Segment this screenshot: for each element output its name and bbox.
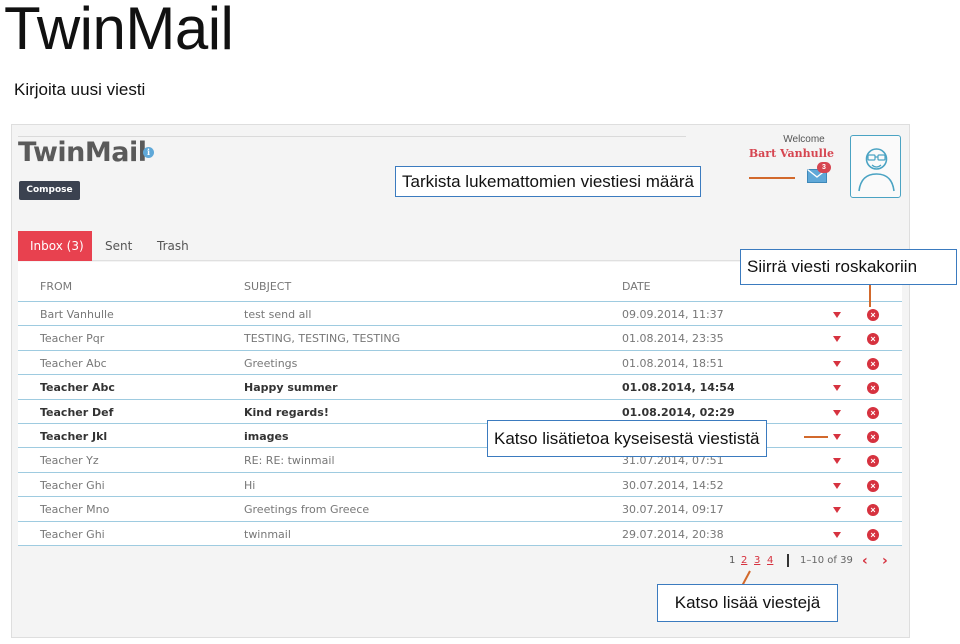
delete-icon[interactable]: × xyxy=(867,309,879,321)
callout-line-unread xyxy=(749,177,795,179)
column-header-subject[interactable]: SUBJECT xyxy=(244,280,291,293)
message-subject: twinmail xyxy=(244,527,291,541)
message-sender: Bart Vanhulle xyxy=(40,308,114,321)
expand-details-icon[interactable] xyxy=(833,409,841,416)
table-row[interactable]: Teacher Yz RE: RE: twinmail 31.07.2014, 07… xyxy=(18,448,902,473)
previous-page-icon[interactable]: ‹ xyxy=(862,553,868,569)
message-subject: Greetings xyxy=(244,356,298,370)
message-date: 30.07.2014, 09:17 xyxy=(622,503,724,517)
user-avatar-icon[interactable] xyxy=(850,135,901,198)
unread-count-badge: 3 xyxy=(817,162,831,173)
message-sender: Teacher Mno xyxy=(40,503,110,517)
message-date: 09.09.2014, 11:37 xyxy=(622,308,724,321)
message-sender: Teacher Ghi xyxy=(40,478,105,492)
expand-details-icon[interactable] xyxy=(833,360,841,367)
expand-details-icon[interactable] xyxy=(833,312,841,318)
message-sender: Teacher Def xyxy=(40,405,114,419)
page-count: 1–10 of 39 xyxy=(800,555,853,566)
expand-details-icon[interactable] xyxy=(833,507,841,514)
callout-unread-count: Tarkista lukemattomien viestiesi määrä xyxy=(395,166,701,197)
table-row[interactable]: Teacher Pqr TESTING, TESTING, TESTING 01.0… xyxy=(18,326,902,351)
next-page-icon[interactable]: › xyxy=(882,553,888,569)
message-date: 30.07.2014, 14:52 xyxy=(622,478,724,492)
tab-trash[interactable]: Trash xyxy=(157,231,189,261)
delete-icon[interactable]: × xyxy=(867,333,879,346)
page-1: 1 xyxy=(729,555,736,566)
pager-divider xyxy=(787,554,789,567)
expand-details-icon[interactable] xyxy=(833,482,841,489)
doc-title: TwinMail xyxy=(4,0,234,62)
table-row[interactable]: Teacher Mno Greetings from Greece 30.07.20… xyxy=(18,497,902,522)
message-date: 01.08.2014, 02:29 xyxy=(622,405,735,419)
expand-details-icon[interactable] xyxy=(833,531,841,538)
delete-icon[interactable]: × xyxy=(867,357,879,370)
callout-message-details: Katso lisätietoa kyseisestä viestistä xyxy=(487,420,767,457)
page-4-link[interactable]: 4 xyxy=(767,555,773,566)
table-row[interactable]: Teacher Ghi Hi 30.07.2014, 14:52 × xyxy=(18,473,902,498)
delete-icon[interactable]: × xyxy=(867,455,879,468)
message-subject: Greetings from Greece xyxy=(244,503,370,517)
app-logo: TwinMail xyxy=(18,137,147,168)
message-date: 01.08.2014, 18:51 xyxy=(622,356,724,370)
column-header-from[interactable]: FROM xyxy=(40,280,72,293)
message-subject: RE: RE: twinmail xyxy=(244,454,335,468)
callout-move-to-trash: Siirrä viesti roskakoriin xyxy=(740,249,957,285)
message-date: 01.08.2014, 23:35 xyxy=(622,332,724,346)
tab-sent[interactable]: Sent xyxy=(105,231,132,261)
message-subject: Hi xyxy=(244,478,256,492)
page-3-link[interactable]: 3 xyxy=(754,555,760,566)
tab-inbox[interactable]: Inbox (3) xyxy=(18,231,92,261)
page-2-link[interactable]: 2 xyxy=(741,555,747,566)
table-row[interactable]: Teacher Ghi twinmail 29.07.2014, 20:38 × xyxy=(18,522,902,546)
column-header-date[interactable]: DATE xyxy=(622,280,651,293)
message-sender: Teacher Pqr xyxy=(40,332,105,346)
message-sender: Teacher Abc xyxy=(40,381,115,395)
expand-details-icon[interactable] xyxy=(833,458,841,465)
expand-details-icon[interactable] xyxy=(833,433,841,440)
message-subject: images xyxy=(244,429,289,443)
table-row[interactable]: Teacher Abc Happy summer 01.08.2014, 14:54… xyxy=(18,375,902,400)
message-table: FROM SUBJECT DATE Bart Vanhulle test send… xyxy=(18,262,902,546)
message-sender: Teacher Ghi xyxy=(40,527,105,541)
message-date: 29.07.2014, 20:38 xyxy=(622,527,724,541)
message-sender: Teacher Yz xyxy=(40,454,99,468)
message-sender: Teacher Jkl xyxy=(40,429,108,443)
delete-icon[interactable]: × xyxy=(867,528,879,541)
expand-details-icon[interactable] xyxy=(833,336,841,343)
info-icon[interactable]: i xyxy=(143,147,154,158)
message-subject: Kind regards! xyxy=(244,405,329,419)
message-date: 01.08.2014, 14:54 xyxy=(622,381,735,395)
message-sender: Teacher Abc xyxy=(40,356,107,370)
callout-more-messages: Katso lisää viestejä xyxy=(657,584,838,622)
table-row[interactable]: Teacher Abc Greetings 01.08.2014, 18:51 × xyxy=(18,351,902,376)
delete-icon[interactable]: × xyxy=(867,504,879,517)
message-subject: TESTING, TESTING, TESTING xyxy=(244,332,401,346)
expand-details-icon[interactable] xyxy=(833,385,841,392)
welcome-label: Welcome xyxy=(783,134,825,145)
welcome-user-name: Bart Vanhulle xyxy=(748,147,834,160)
compose-button[interactable]: Compose xyxy=(19,181,80,200)
doc-subtitle: Kirjoita uusi viesti xyxy=(14,80,146,99)
table-row[interactable]: Teacher Jklimages31.07.2014, 12:57× xyxy=(18,424,902,449)
message-rows: Bart Vanhulle test send all 09.09.2014, 11… xyxy=(18,302,902,546)
callout-line-trash xyxy=(869,285,871,307)
delete-icon[interactable]: × xyxy=(867,406,879,419)
message-subject: Happy summer xyxy=(244,381,338,395)
message-subject: test send all xyxy=(244,308,312,321)
delete-icon[interactable]: × xyxy=(867,430,879,443)
table-row[interactable]: Teacher Def Kind regards! 01.08.2014, 02:2… xyxy=(18,400,902,424)
delete-icon[interactable]: × xyxy=(867,382,879,395)
callout-line-details xyxy=(804,436,828,438)
delete-icon[interactable]: × xyxy=(867,479,879,492)
table-row[interactable]: Bart Vanhulle test send all 09.09.2014, 11… xyxy=(18,302,902,327)
twinmail-app-screenshot: TwinMail i Compose Welcome Bart Vanhulle… xyxy=(11,124,910,638)
